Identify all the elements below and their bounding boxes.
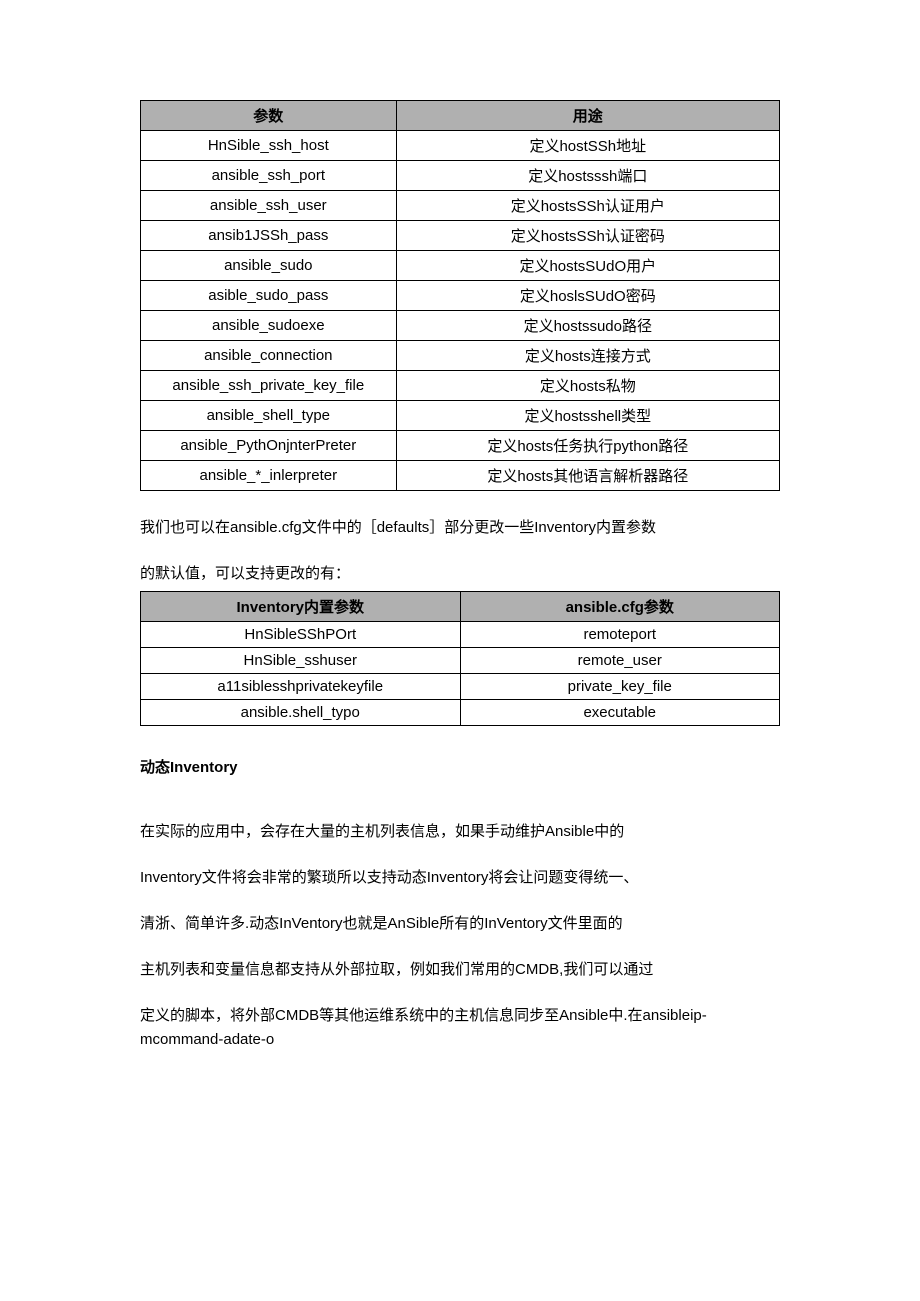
table-cell: 定义hostssudo路径 [396,311,779,341]
table-row: ansible_shell_type定义hostsshell类型 [141,401,780,431]
table-cell: remoteport [460,622,780,648]
table-cell: ansible_ssh_port [141,161,397,191]
table-row: HnSibleSShPOrtremoteport [141,622,780,648]
table2-header-cfg: ansible.cfg参数 [460,592,780,622]
table-cell: ansible_PythOnjnterPreter [141,431,397,461]
table-cell: HnSible_sshuser [141,648,461,674]
table-cell: HnSibleSShPOrt [141,622,461,648]
table-row: a11siblesshprivatekeyfileprivate_key_fil… [141,674,780,700]
table-cell: 定义hosts任务执行python路径 [396,431,779,461]
table-row: HnSible_sshuserremote_user [141,648,780,674]
table-row: asible_sudo_pass定义hoslsSUdO密码 [141,281,780,311]
paragraph-body-5: 定义的脚本，将外部CMDB等其他运维系统中的主机信息同步至Ansible中.在a… [140,1004,780,1052]
paragraph-intro-1: 我们也可以在ansible.cfg文件中的［defaults］部分更改一些Inv… [140,516,780,540]
table-cell: 定义hoslsSUdO密码 [396,281,779,311]
table-cell: 定义hosts连接方式 [396,341,779,371]
table-row: HnSible_ssh_host定义hostSSh地址 [141,131,780,161]
defaults-mapping-table: Inventory内置参数 ansible.cfg参数 HnSibleSShPO… [140,591,780,726]
table-cell: ansible_ssh_user [141,191,397,221]
table-row: ansible_connection定义hosts连接方式 [141,341,780,371]
table-cell: 定义hostsSSh认证用户 [396,191,779,221]
paragraph-body-3: 清浙、简单许多.动态InVentory也就是AnSible所有的InVentor… [140,912,780,936]
table-row: ansible_sudoexe定义hostssudo路径 [141,311,780,341]
table-row: ansib1JSSh_pass定义hostsSSh认证密码 [141,221,780,251]
paragraph-body-2: Inventory文件将会非常的繁琐所以支持动态Inventory将会让问题变得… [140,866,780,890]
table-row: ansible_ssh_private_key_file定义hosts私物 [141,371,780,401]
table-cell: 定义hostsshell类型 [396,401,779,431]
table-cell: 定义hostSSh地址 [396,131,779,161]
table-cell: 定义hostsSSh认证密码 [396,221,779,251]
table1-header-param: 参数 [141,101,397,131]
table-cell: remote_user [460,648,780,674]
table2-body: HnSibleSShPOrtremoteportHnSible_sshuserr… [141,622,780,726]
table-cell: ansible_connection [141,341,397,371]
table-row: ansible_sudo定义hostsSUdO用户 [141,251,780,281]
table-cell: ansible_ssh_private_key_file [141,371,397,401]
table-cell: executable [460,700,780,726]
table-row: ansible_ssh_user定义hostsSSh认证用户 [141,191,780,221]
paragraph-body-1: 在实际的应用中，会存在大量的主机列表信息，如果手动维护Ansible中的 [140,820,780,844]
table2-header-inventory: Inventory内置参数 [141,592,461,622]
table-cell: ansible_*_inlerpreter [141,461,397,491]
table-cell: ansible.shell_typo [141,700,461,726]
table-cell: asible_sudo_pass [141,281,397,311]
table-cell: private_key_file [460,674,780,700]
table-row: ansible.shell_typoexecutable [141,700,780,726]
table-row: ansible_PythOnjnterPreter定义hosts任务执行pyth… [141,431,780,461]
table-cell: 定义hostsssh端口 [396,161,779,191]
table-cell: 定义hosts其他语言解析器路径 [396,461,779,491]
table-cell: 定义hostsSUdO用户 [396,251,779,281]
table-row: ansible_ssh_port定义hostsssh端口 [141,161,780,191]
table-cell: ansible_shell_type [141,401,397,431]
table1-body: HnSible_ssh_host定义hostSSh地址ansible_ssh_p… [141,131,780,491]
table-cell: ansible_sudo [141,251,397,281]
table-cell: a11siblesshprivatekeyfile [141,674,461,700]
table-cell: HnSible_ssh_host [141,131,397,161]
table-cell: 定义hosts私物 [396,371,779,401]
paragraph-intro-2: 的默认值，可以支持更改的有： [140,562,780,586]
table-row: ansible_*_inlerpreter定义hosts其他语言解析器路径 [141,461,780,491]
paragraph-body-4: 主机列表和变量信息都支持从外部拉取，例如我们常用的CMDB,我们可以通过 [140,958,780,982]
table-cell: ansib1JSSh_pass [141,221,397,251]
dynamic-inventory-heading: 动态Inventory [140,756,780,780]
parameters-table: 参数 用途 HnSible_ssh_host定义hostSSh地址ansible… [140,100,780,491]
table-cell: ansible_sudoexe [141,311,397,341]
table1-header-usage: 用途 [396,101,779,131]
